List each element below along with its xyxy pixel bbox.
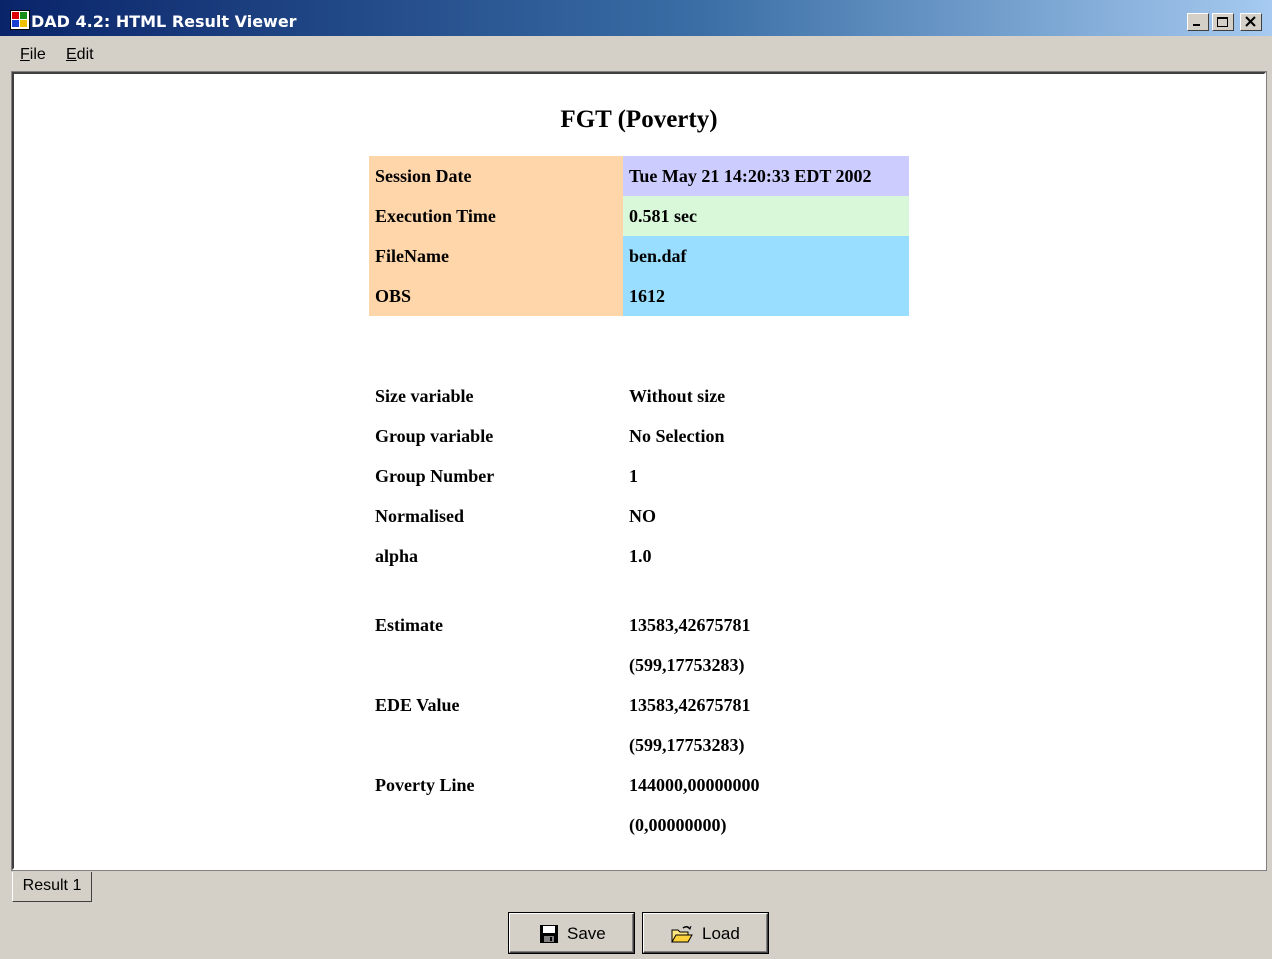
minimize-icon: [1193, 24, 1200, 26]
report-row-label: Session Date: [369, 156, 623, 196]
maximize-icon: [1217, 17, 1228, 27]
report-row-value: (599,17753283): [629, 735, 745, 755]
report-row-value: 13583,42675781: [629, 695, 751, 715]
floppy-disk-icon: [540, 925, 558, 943]
open-folder-icon: [671, 925, 693, 943]
report-row: EDE Value 13583,42675781: [369, 685, 909, 725]
report-row-value: 1: [629, 466, 638, 486]
report-row-label: Normalised: [375, 506, 464, 526]
report-row: Group variable No Selection: [369, 416, 909, 456]
report-row-label: [369, 645, 623, 685]
report-row: Estimate 13583,42675781: [369, 605, 909, 645]
report-row-label: alpha: [375, 546, 419, 566]
report-row: FileName ben.daf: [369, 236, 909, 276]
close-button[interactable]: [1240, 13, 1262, 31]
window-title: DAD 4.2: HTML Result Viewer: [31, 12, 297, 31]
report-title: FGT (Poverty): [560, 106, 718, 133]
tab-result-1[interactable]: Result 1: [12, 872, 92, 902]
report-row: Session Date Tue May 21 14:20:33 EDT 2002: [369, 156, 909, 196]
save-button[interactable]: Save: [508, 912, 635, 954]
report-row-label: EDE Value: [375, 695, 460, 715]
report-row-value: 13583,42675781: [629, 615, 751, 635]
report-row-value: No Selection: [629, 426, 725, 446]
report-row-value: (0,00000000): [629, 815, 727, 835]
menu-file[interactable]: File: [20, 46, 46, 64]
report-row-value: 1.0: [629, 546, 652, 566]
report-row: (0,00000000): [369, 805, 909, 845]
report-row: OBS 1612: [369, 276, 909, 316]
report-row: Execution Time 0.581 sec: [369, 196, 909, 236]
report-row-label: Estimate: [375, 615, 443, 635]
report-row-value: 144000,00000000: [629, 775, 760, 795]
report-row: Normalised NO: [369, 496, 909, 536]
report-row: Size variable Without size: [369, 376, 909, 416]
report-row-label: Group variable: [375, 426, 494, 446]
html-result-view[interactable]: FGT (Poverty) Session Date Tue May 21 14:…: [11, 71, 1267, 871]
report-row-value: 1612: [623, 276, 909, 316]
menu-edit[interactable]: Edit: [66, 46, 94, 64]
load-label: Load: [702, 924, 740, 943]
report-row: Poverty Line 144000,00000000: [369, 765, 909, 805]
report-row-label: [369, 725, 623, 765]
report-row-label: FileName: [369, 236, 623, 276]
report-row-value: Without size: [629, 386, 726, 406]
load-button[interactable]: Load: [642, 912, 769, 954]
app-icon[interactable]: [10, 10, 30, 30]
report-row-label: [369, 805, 623, 845]
report-row: Group Number 1: [369, 456, 909, 496]
report-row-label: Group Number: [375, 466, 495, 486]
report-row-label: OBS: [369, 276, 623, 316]
title-bar: DAD 4.2: HTML Result Viewer: [0, 0, 1272, 36]
report-row-value: NO: [629, 506, 656, 526]
report-row-value: (599,17753283): [629, 655, 745, 675]
report-row-value: Tue May 21 14:20:33 EDT 2002: [623, 156, 909, 196]
report-row: (599,17753283): [369, 725, 909, 765]
maximize-button[interactable]: [1212, 13, 1234, 31]
report-row-label: Execution Time: [369, 196, 623, 236]
report-row: alpha 1.0: [369, 536, 909, 576]
menu-bar: File Edit: [0, 38, 1272, 70]
save-label: Save: [567, 924, 606, 943]
report-row-label: Size variable: [375, 386, 474, 406]
report-row-label: Poverty Line: [375, 775, 475, 795]
report-row-value: 0.581 sec: [623, 196, 909, 236]
minimize-button[interactable]: [1187, 13, 1209, 31]
report-row: (599,17753283): [369, 645, 909, 685]
close-icon: [1245, 16, 1256, 27]
report-row-value: ben.daf: [623, 236, 909, 276]
